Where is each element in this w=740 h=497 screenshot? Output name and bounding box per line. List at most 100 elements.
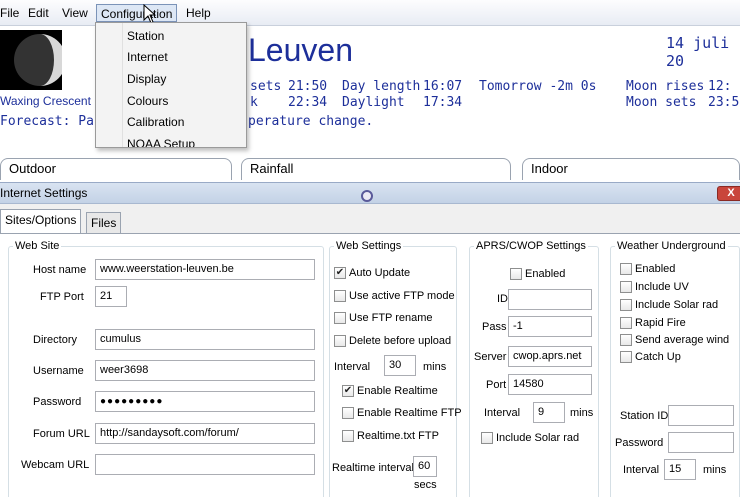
dropdown-display[interactable]: Display: [127, 69, 166, 89]
interval-unit: mins: [423, 361, 447, 373]
tomorrow-text: Tomorrow -2m 0s: [479, 79, 597, 94]
wu-solar-label: Include Solar rad: [635, 299, 719, 311]
aprs-legend: APRS/CWOP Settings: [476, 240, 586, 252]
tab-sites-options[interactable]: Sites/Options: [0, 209, 82, 234]
menu-edit[interactable]: Edit: [24, 4, 53, 22]
aprs-id-label: ID: [497, 293, 508, 305]
aprs-port-input[interactable]: 14580: [508, 374, 592, 395]
aprs-server-input[interactable]: cwop.aprs.net: [508, 346, 592, 367]
websettings-legend: Web Settings: [336, 240, 402, 252]
enable-realtime-checkbox[interactable]: ✔: [342, 385, 354, 397]
close-button[interactable]: X: [717, 186, 740, 201]
ftp-rename-label: Use FTP rename: [349, 312, 433, 324]
webcam-url-input[interactable]: [95, 454, 315, 475]
menu-file[interactable]: File: [0, 4, 23, 22]
dropdown-calibration[interactable]: Calibration: [127, 112, 184, 132]
ftp-port-input[interactable]: 21: [95, 286, 127, 307]
section-indoor[interactable]: Indoor: [522, 158, 740, 180]
wu-interval-unit: mins: [703, 464, 727, 476]
station-city: Leuven: [248, 32, 353, 68]
moon-rises-value: 12:: [708, 79, 732, 94]
dropdown-internet[interactable]: Internet: [127, 47, 168, 67]
aprs-id-input[interactable]: [508, 289, 592, 310]
directory-input[interactable]: cumulus: [95, 329, 315, 350]
delete-before-checkbox[interactable]: [334, 335, 346, 347]
realtime-txt-label: Realtime.txt FTP: [357, 430, 439, 442]
configuration-dropdown: Station Internet Display Colours Calibra…: [95, 22, 247, 148]
enable-realtime-label: Enable Realtime: [357, 385, 438, 397]
wu-rapid-checkbox[interactable]: [620, 317, 632, 329]
realtime-ftp-checkbox[interactable]: [342, 407, 354, 419]
wu-catch-up-label: Catch Up: [635, 351, 681, 363]
rt-interval-input[interactable]: 60: [413, 456, 437, 477]
dropdown-station[interactable]: Station: [127, 26, 164, 46]
aprs-interval-input[interactable]: 9: [533, 402, 565, 423]
aprs-pass-input[interactable]: -1: [508, 316, 592, 337]
interval-input[interactable]: 30: [384, 355, 416, 376]
wu-enabled-label: Enabled: [635, 263, 676, 275]
host-label: Host name: [33, 264, 87, 276]
resize-handle-icon[interactable]: [361, 190, 373, 202]
day-length-label: Day length: [342, 79, 421, 94]
active-ftp-checkbox[interactable]: [334, 290, 346, 302]
dusk-value: 22:34: [288, 95, 328, 110]
rt-interval-label: Realtime interval: [332, 462, 414, 474]
ftp-rename-checkbox[interactable]: [334, 312, 346, 324]
tab-files[interactable]: Files: [86, 212, 122, 234]
realtime-ftp-label: Enable Realtime FTP: [357, 407, 462, 419]
menu-configuration[interactable]: Configuration: [96, 4, 178, 22]
wu-avg-wind-checkbox[interactable]: [620, 334, 632, 346]
dropdown-noaa-setup[interactable]: NOAA Setup: [127, 134, 195, 147]
wu-uv-label: Include UV: [635, 281, 689, 293]
aprs-port-label: Port: [486, 379, 507, 391]
wu-password-label: Password: [615, 437, 664, 449]
realtime-txt-checkbox[interactable]: [342, 430, 354, 442]
wu-interval-label: Interval: [623, 464, 660, 476]
ftp-port-label: FTP Port: [40, 291, 84, 303]
daylight-value: 17:34: [423, 95, 463, 110]
day-length-value: 16:07: [423, 79, 463, 94]
wu-uv-checkbox[interactable]: [620, 281, 632, 293]
wu-station-input[interactable]: [668, 405, 734, 426]
aprs-enabled-label: Enabled: [525, 268, 566, 280]
forecast-suffix: perature change.: [248, 114, 374, 129]
station-date: 14 juli 20: [666, 34, 730, 70]
wu-interval-input[interactable]: 15: [664, 459, 696, 480]
username-input[interactable]: weer3698: [95, 360, 315, 381]
aprs-enabled-checkbox[interactable]: [510, 268, 522, 280]
website-legend: Web Site: [15, 240, 60, 252]
aprs-server-label: Server: [474, 351, 507, 363]
auto-update-label: Auto Update: [349, 267, 411, 279]
password-input[interactable]: ●●●●●●●●●: [95, 391, 315, 412]
wu-catch-up-checkbox[interactable]: [620, 351, 632, 363]
host-input[interactable]: www.weerstation-leuven.be: [95, 259, 315, 280]
password-label: Password: [33, 396, 82, 408]
window-title: Internet Settings: [0, 186, 88, 200]
username-label: Username: [33, 365, 84, 377]
rt-interval-unit: secs: [414, 479, 437, 491]
menu-help[interactable]: Help: [182, 4, 215, 22]
menu-view[interactable]: View: [58, 4, 92, 22]
active-ftp-label: Use active FTP mode: [349, 290, 455, 302]
mouse-cursor-icon: [143, 4, 157, 24]
dropdown-colours[interactable]: Colours: [127, 91, 168, 111]
wu-password-input[interactable]: [668, 432, 734, 453]
delete-before-label: Delete before upload: [349, 335, 452, 347]
wu-legend: Weather Underground: [617, 240, 726, 252]
window-body: Sites/Options Files Web Site Host name w…: [0, 204, 740, 497]
wu-station-label: Station ID: [620, 410, 669, 422]
interval-label: Interval: [334, 361, 371, 373]
moon-phase-image: [0, 30, 62, 90]
section-rainfall[interactable]: Rainfall: [241, 158, 511, 180]
wu-solar-checkbox[interactable]: [620, 299, 632, 311]
wu-enabled-checkbox[interactable]: [620, 263, 632, 275]
moon-sets-value: 23:5: [708, 95, 740, 110]
aprs-interval-unit: mins: [570, 407, 594, 419]
dusk-label: k: [250, 95, 258, 110]
forum-url-label: Forum URL: [33, 428, 90, 440]
section-outdoor[interactable]: Outdoor: [0, 158, 232, 180]
forum-url-input[interactable]: http://sandaysoft.com/forum/: [95, 423, 315, 444]
auto-update-checkbox[interactable]: ✔: [334, 267, 346, 279]
daylight-label: Daylight: [342, 95, 405, 110]
aprs-solar-checkbox[interactable]: [481, 432, 493, 444]
